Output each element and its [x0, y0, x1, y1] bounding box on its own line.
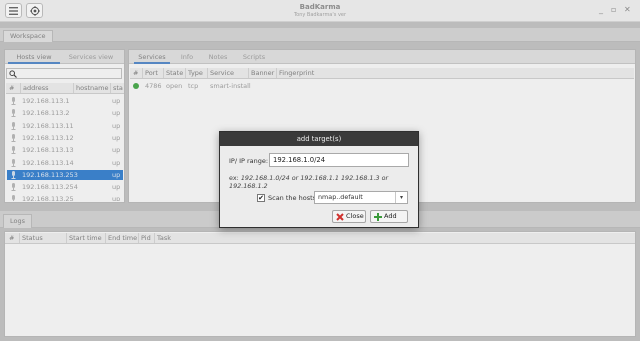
ip-example-text: ex: 192.168.1.0/24 or 192.168.1.1 192.16…: [229, 174, 414, 190]
scan-hosts-label: Scan the hosts: [268, 194, 317, 202]
window-title: BadKarma: [299, 3, 341, 11]
scan-profile-select[interactable]: nmap..default ▾: [314, 191, 408, 204]
ip-range-input[interactable]: 192.168.1.0/24: [269, 153, 409, 167]
title-bar: BadKarma Tony Badkarma's ver _ ▫ ✕: [0, 0, 640, 22]
ip-range-label: IP/ IP range:: [229, 157, 269, 165]
maximize-icon[interactable]: ▫: [611, 6, 616, 14]
add-button-label: Add: [384, 212, 397, 220]
close-red-x-icon: [336, 213, 344, 221]
close-window-icon[interactable]: ✕: [624, 6, 631, 14]
add-target-dialog: add target(s) IP/ IP range: 192.168.1.0/…: [219, 131, 419, 228]
example-prefix: ex:: [229, 174, 239, 182]
minimize-icon[interactable]: _: [599, 6, 603, 14]
scan-profile-value: nmap..default: [318, 193, 363, 201]
scan-hosts-checkbox[interactable]: ✔: [257, 194, 265, 202]
chevron-down-icon: ▾: [395, 192, 407, 203]
dialog-title: add target(s): [220, 132, 418, 146]
plus-green-icon: [374, 213, 382, 221]
window-subtitle: Tony Badkarma's ver: [293, 12, 347, 18]
close-button-label: Close: [346, 212, 364, 220]
add-button[interactable]: Add: [370, 210, 408, 223]
example-values: 192.168.1.0/24 or 192.168.1.1 192.168.1.…: [229, 174, 389, 190]
close-button[interactable]: Close: [332, 210, 366, 223]
